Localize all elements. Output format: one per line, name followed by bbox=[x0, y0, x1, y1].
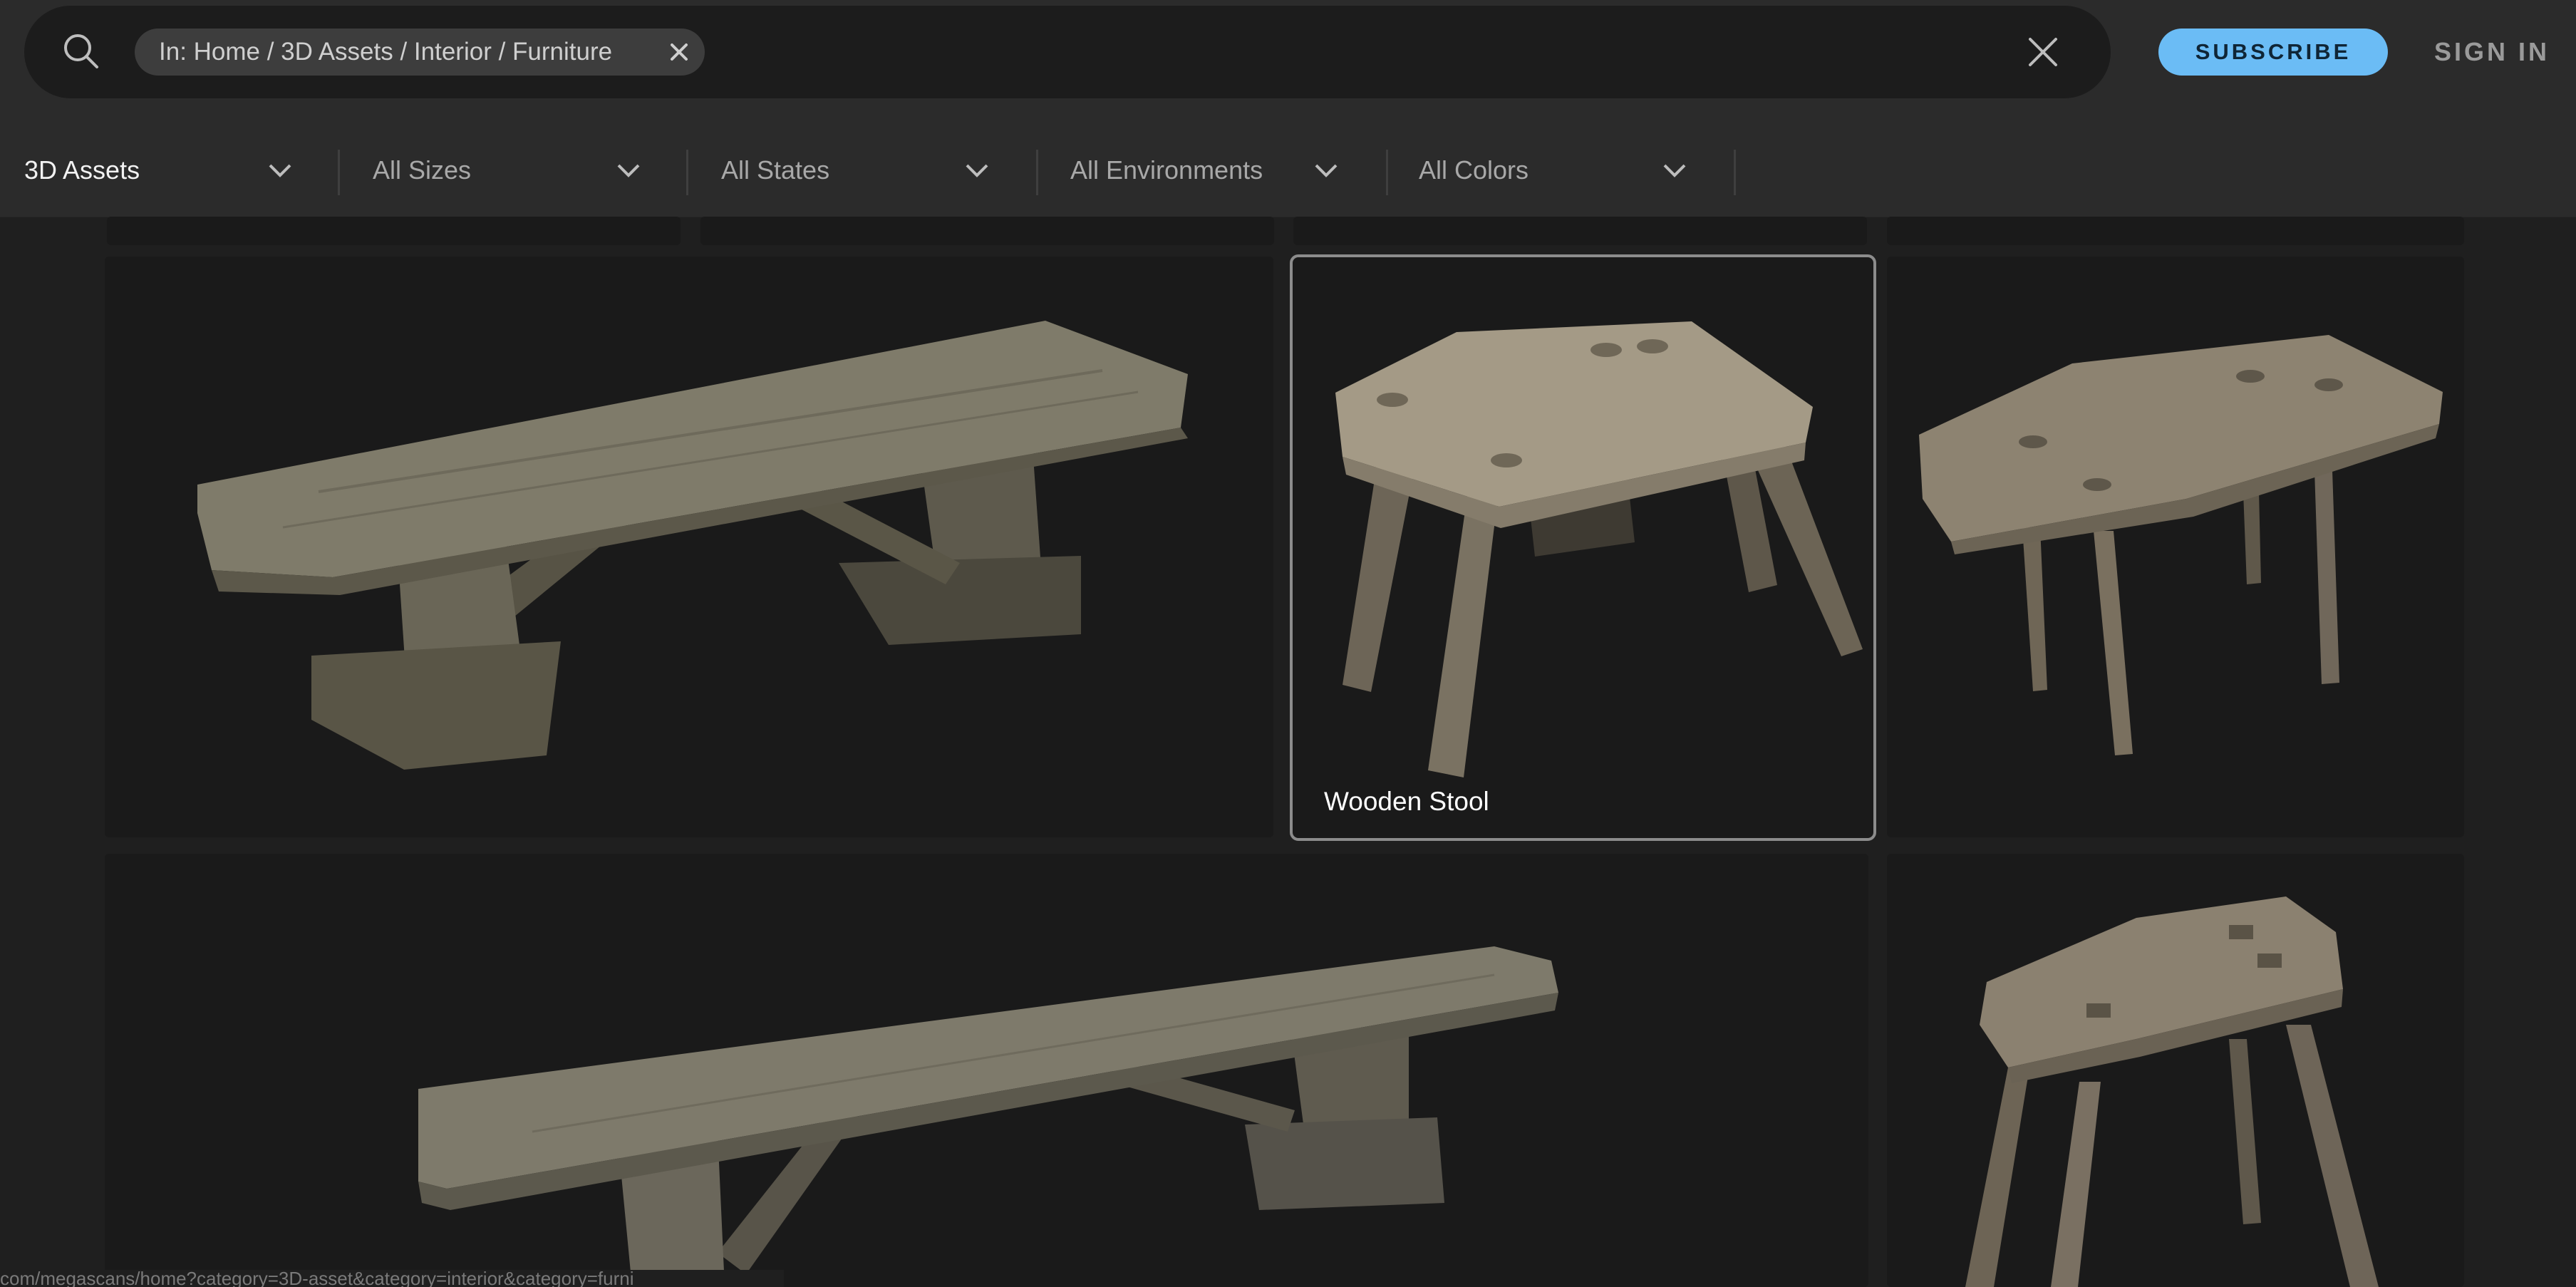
clear-icon[interactable] bbox=[2028, 37, 2058, 67]
asset-card-selected[interactable]: Wooden Stool bbox=[1290, 254, 1876, 841]
chevron-down-icon bbox=[966, 164, 988, 177]
filter-asset-type[interactable]: 3D Assets bbox=[24, 107, 302, 234]
filter-label: All Colors bbox=[1419, 155, 1529, 185]
asset-card[interactable] bbox=[105, 257, 1273, 837]
asset-thumbnail-bench bbox=[418, 946, 1558, 1287]
filter-label: All Environments bbox=[1070, 155, 1263, 185]
chevron-down-icon bbox=[617, 164, 640, 177]
asset-card[interactable] bbox=[1293, 217, 1867, 245]
filter-divider bbox=[1734, 150, 1736, 195]
asset-card[interactable] bbox=[1887, 217, 2464, 245]
filter-states[interactable]: All States bbox=[721, 107, 999, 234]
asset-card-title: Wooden Stool bbox=[1324, 787, 1489, 816]
filter-colors[interactable]: All Colors bbox=[1419, 107, 1697, 234]
subscribe-button[interactable]: SUBSCRIBE bbox=[2158, 29, 2388, 76]
chevron-down-icon bbox=[1663, 164, 1686, 177]
filter-divider bbox=[1386, 150, 1388, 195]
chevron-down-icon bbox=[1315, 164, 1338, 177]
top-bar: In: Home / 3D Assets / Interior / Furnit… bbox=[0, 0, 2576, 107]
search-bar[interactable]: In: Home / 3D Assets / Interior / Furnit… bbox=[24, 6, 2111, 98]
chevron-down-icon bbox=[269, 164, 291, 177]
asset-card[interactable] bbox=[1887, 854, 2464, 1287]
asset-thumbnail-bench bbox=[197, 321, 1188, 770]
asset-card[interactable] bbox=[105, 854, 1868, 1287]
sign-in-link[interactable]: SIGN IN bbox=[2434, 29, 2570, 76]
filter-divider bbox=[338, 150, 340, 195]
filter-label: All Sizes bbox=[373, 155, 472, 185]
filter-sizes[interactable]: All Sizes bbox=[373, 107, 651, 234]
asset-card[interactable] bbox=[700, 217, 1274, 245]
status-url: com/megascans/home?category=3D-asset&cat… bbox=[0, 1270, 784, 1287]
close-icon[interactable] bbox=[668, 41, 690, 63]
filter-label: All States bbox=[721, 155, 830, 185]
filter-divider bbox=[686, 150, 688, 195]
filter-bar: 3D Assets All Sizes All States All Envir… bbox=[0, 107, 2576, 217]
search-icon[interactable] bbox=[60, 30, 103, 73]
asset-card[interactable] bbox=[1887, 257, 2464, 837]
chip-label: In: Home / 3D Assets / Interior / Furnit… bbox=[159, 38, 613, 66]
asset-thumbnail-stool bbox=[1919, 335, 2443, 755]
filter-label: 3D Assets bbox=[24, 155, 140, 185]
filter-divider bbox=[1036, 150, 1038, 195]
asset-thumbnail-stool bbox=[1965, 896, 2379, 1287]
asset-card[interactable] bbox=[107, 217, 681, 245]
filter-environments[interactable]: All Environments bbox=[1070, 107, 1348, 234]
asset-thumbnail-stool bbox=[1335, 321, 1863, 777]
category-filter-chip: In: Home / 3D Assets / Interior / Furnit… bbox=[135, 29, 705, 76]
